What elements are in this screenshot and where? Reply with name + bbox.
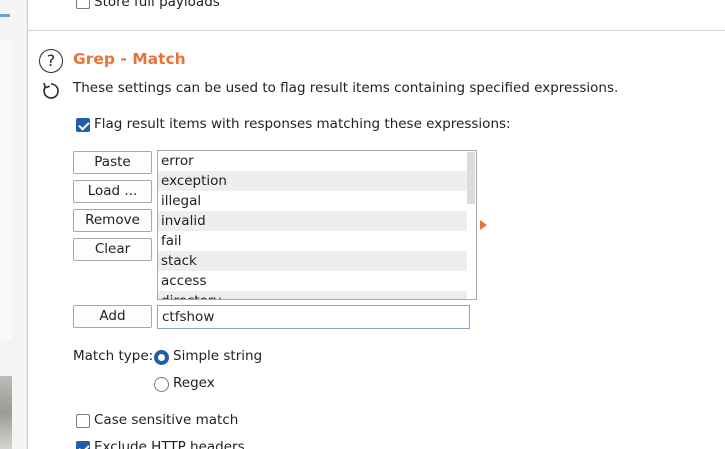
clear-button[interactable]: Clear	[73, 238, 152, 261]
remove-button[interactable]: Remove	[73, 209, 152, 232]
list-item[interactable]: illegal	[158, 191, 467, 211]
add-button[interactable]: Add	[73, 305, 152, 328]
regex-label: Regex	[173, 375, 215, 391]
edge-marker	[0, 14, 10, 17]
store-full-payloads-checkbox[interactable]	[76, 0, 90, 9]
list-item[interactable]: directory	[158, 291, 467, 299]
load-button[interactable]: Load ...	[73, 180, 152, 203]
list-item[interactable]: invalid	[158, 211, 467, 231]
expression-list[interactable]: error exception illegal invalid fail sta…	[157, 150, 477, 300]
match-type-label: Match type:	[73, 348, 154, 364]
case-sensitive-checkbox[interactable]	[76, 414, 90, 428]
list-item[interactable]: stack	[158, 251, 467, 271]
list-item[interactable]: exception	[158, 171, 467, 191]
left-panel-edge	[0, 0, 28, 449]
case-sensitive-label: Case sensitive match	[94, 412, 239, 428]
flag-matching-label: Flag result items with responses matchin…	[94, 116, 511, 132]
store-full-payloads-label: Store full payloads	[94, 0, 220, 10]
flag-matching-checkbox[interactable]	[76, 118, 90, 132]
refresh-icon[interactable]	[41, 81, 61, 101]
exclude-headers-label: Exclude HTTP headers	[94, 439, 245, 449]
section-divider	[28, 30, 725, 31]
list-item[interactable]: error	[158, 151, 467, 171]
paste-button[interactable]: Paste	[73, 151, 152, 174]
edge-panel	[0, 40, 12, 340]
help-icon[interactable]: ?	[39, 49, 63, 73]
section-title: Grep - Match	[73, 50, 186, 68]
exclude-headers-checkbox[interactable]	[76, 441, 90, 449]
regex-radio[interactable]	[154, 377, 169, 392]
orange-arrow-icon	[480, 220, 487, 230]
simple-string-label: Simple string	[173, 348, 263, 364]
list-scrollbar[interactable]	[467, 152, 475, 204]
simple-string-radio[interactable]	[154, 350, 169, 365]
add-expression-input[interactable]: ctfshow	[157, 305, 470, 329]
list-item[interactable]: fail	[158, 231, 467, 251]
section-description: These settings can be used to flag resul…	[73, 80, 619, 96]
list-item[interactable]: access	[158, 271, 467, 291]
edge-thumbnail	[0, 376, 12, 449]
